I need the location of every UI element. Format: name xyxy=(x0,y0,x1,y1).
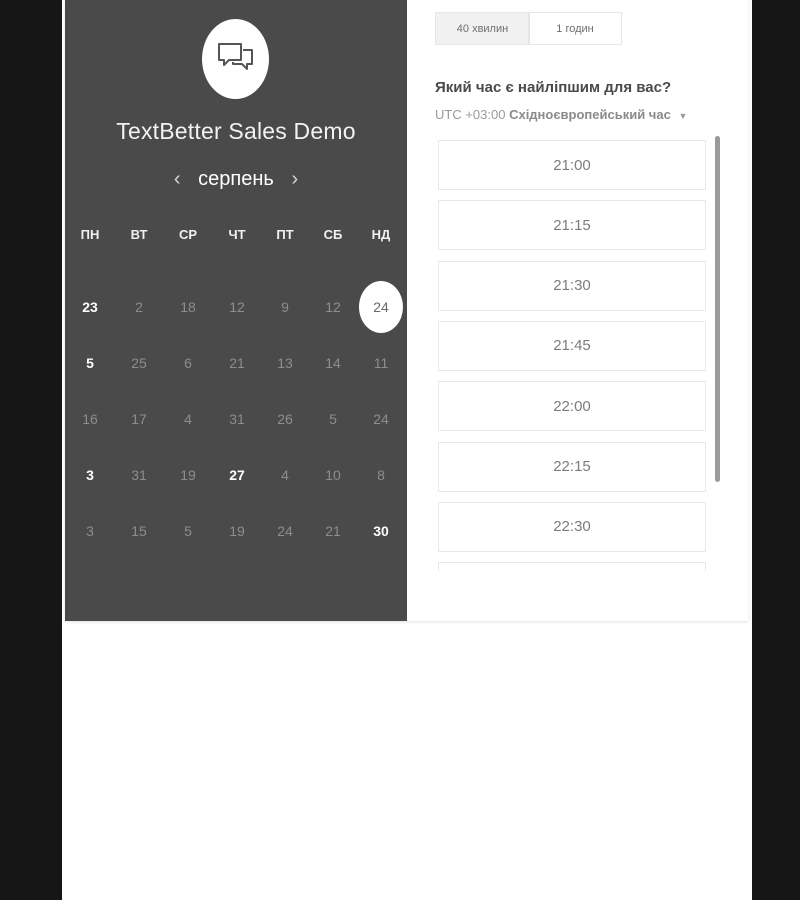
calendar-day: 25 xyxy=(131,355,147,371)
weekday-label: ПТ xyxy=(276,227,294,242)
calendar-day: 6 xyxy=(184,355,192,371)
time-slot-list: 21:00 21:15 21:30 21:45 22:00 22:15 22:30 xyxy=(438,140,709,571)
calendar-day: 21 xyxy=(325,523,341,539)
calendar-day: 31 xyxy=(229,411,245,427)
time-slot[interactable]: 21:00 xyxy=(438,140,706,190)
weekday-label: ЧТ xyxy=(228,227,246,242)
calendar-day[interactable]: 27 xyxy=(215,453,259,497)
time-slot[interactable]: 21:15 xyxy=(438,200,706,251)
time-slot[interactable]: 21:45 xyxy=(438,320,706,371)
calendar-day[interactable]: 30 xyxy=(359,509,403,553)
calendar-day[interactable]: 23 xyxy=(68,285,112,329)
calendar-day: 19 xyxy=(229,523,245,539)
calendar-day: 13 xyxy=(277,355,293,371)
time-slot[interactable] xyxy=(438,562,706,571)
duration-1-hour[interactable]: 1 годин xyxy=(528,12,622,45)
timezone-offset: UTC +03:00 xyxy=(435,107,506,122)
calendar-day: 4 xyxy=(184,411,192,427)
month-label: серпень xyxy=(198,167,274,190)
time-slot[interactable]: 21:30 xyxy=(438,260,706,311)
calendar-day: 24 xyxy=(373,411,389,427)
calendar-day: 4 xyxy=(281,467,289,483)
calendar-panel: TextBetter Sales Demo ‹ серпень › ПН ВТ СР… xyxy=(65,0,407,621)
scrollbar[interactable] xyxy=(715,136,720,482)
weekday-header: ПН ВТ СР ЧТ ПТ СБ НД xyxy=(67,227,407,245)
calendar-day: 18 xyxy=(180,299,196,315)
weekday-label: ВТ xyxy=(130,227,148,242)
calendar-day: 15 xyxy=(131,523,147,539)
time-slot[interactable]: 22:15 xyxy=(438,441,706,492)
calendar-day: 5 xyxy=(329,411,337,427)
calendar-day[interactable]: 3 xyxy=(68,453,112,497)
calendar-day: 19 xyxy=(180,467,196,483)
calendar-day: 26 xyxy=(277,411,293,427)
calendar-day: 17 xyxy=(131,411,147,427)
calendar-day: 24 xyxy=(277,523,293,539)
calendar-day: 9 xyxy=(281,299,289,315)
timezone-name: Східноєвропейський час xyxy=(509,107,671,122)
month-navigation: ‹ серпень › xyxy=(65,165,407,193)
calendar-day: 10 xyxy=(325,467,341,483)
calendar-day: 8 xyxy=(377,467,385,483)
weekday-label: СБ xyxy=(323,227,343,242)
time-slot[interactable]: 22:00 xyxy=(438,381,706,432)
calendar-day[interactable]: 5 xyxy=(68,341,112,385)
chat-bubbles-icon xyxy=(217,43,253,70)
time-slot[interactable]: 22:30 xyxy=(438,501,706,552)
calendar-day: 3 xyxy=(86,523,94,539)
weekday-label: НД xyxy=(371,227,391,242)
next-month-button[interactable]: › xyxy=(288,168,302,191)
page-title: TextBetter Sales Demo xyxy=(116,118,356,144)
booking-widget: TextBetter Sales Demo ‹ серпень › ПН ВТ СР… xyxy=(65,0,748,621)
calendar-day: 5 xyxy=(184,523,192,539)
calendar-day: 12 xyxy=(325,299,341,315)
calendar-day: 21 xyxy=(229,355,245,371)
caret-down-icon: ▼ xyxy=(678,111,688,121)
weekday-label: СР xyxy=(178,227,198,242)
timezone-selector[interactable]: UTC +03:00 Східноєвропейський час ▼ xyxy=(435,107,687,122)
weekday-label: ПН xyxy=(80,227,100,242)
duration-40-min[interactable]: 40 хвилин xyxy=(435,12,530,45)
calendar-day: 11 xyxy=(373,355,389,371)
calendar-day: 16 xyxy=(82,411,98,427)
calendar-day: 31 xyxy=(131,467,147,483)
selected-day[interactable]: 24 xyxy=(359,281,403,333)
calendar-day: 2 xyxy=(135,299,143,315)
time-question: Який час є найліпшим для вас? xyxy=(435,79,672,96)
prev-month-button[interactable]: ‹ xyxy=(170,168,184,191)
calendar-day: 12 xyxy=(229,299,245,315)
time-panel: 40 хвилин 1 годин Який час є найліпшим д… xyxy=(407,0,748,621)
calendar-day: 14 xyxy=(325,355,341,371)
logo xyxy=(202,19,269,99)
